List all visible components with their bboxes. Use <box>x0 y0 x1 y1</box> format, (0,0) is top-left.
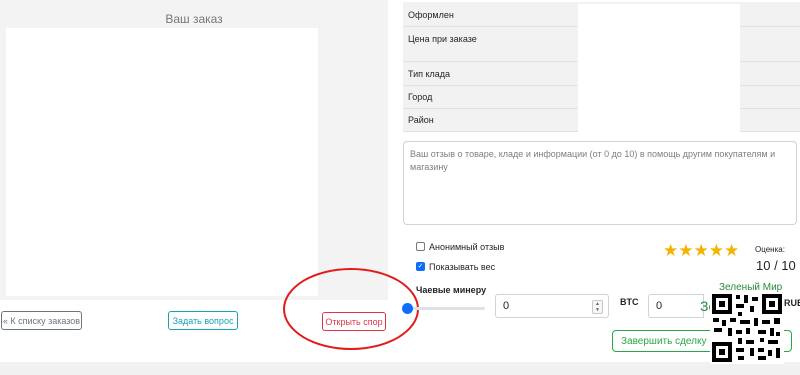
star-icon[interactable]: ★ <box>663 241 678 260</box>
star-icon[interactable]: ★ <box>678 241 693 260</box>
btc-label: BTC <box>620 297 639 307</box>
rating-stars[interactable]: ★★★★★ <box>663 241 739 261</box>
footer-bar <box>0 362 800 375</box>
order-title: Ваш заказ <box>165 12 223 26</box>
back-to-orders-button[interactable]: « К списку заказов <box>1 311 82 330</box>
info-label-price: Цена при заказе <box>408 34 477 44</box>
review-textarea[interactable]: Ваш отзыв о товаре, кладе и информации (… <box>403 141 797 225</box>
qr-code-icon <box>710 292 784 364</box>
tips-btc-input[interactable]: 0 ▲ ▼ <box>495 294 609 318</box>
info-label-city: Город <box>408 92 433 102</box>
stepper-icon[interactable]: ▲ ▼ <box>592 300 603 314</box>
rub-label: RUB <box>784 298 800 308</box>
rating-value: 10 / 10 <box>756 258 796 273</box>
review-placeholder: Ваш отзыв о товаре, кладе и информации (… <box>410 149 776 172</box>
tips-slider-thumb[interactable] <box>402 303 413 314</box>
info-label-created: Оформлен <box>408 10 454 20</box>
star-icon[interactable]: ★ <box>709 241 724 260</box>
tips-rub-input[interactable]: 0 <box>648 294 704 318</box>
tips-btc-value: 0 <box>503 300 510 312</box>
redacted-values <box>578 4 740 132</box>
rating-label: Оценка: <box>755 245 785 254</box>
info-label-district: Район <box>408 115 434 125</box>
ask-question-button[interactable]: Задать вопрос <box>168 311 238 330</box>
tips-rub-value: 0 <box>656 300 663 312</box>
anonymous-review-label: Анонимный отзыв <box>429 242 505 252</box>
star-icon[interactable]: ★ <box>724 241 739 260</box>
tips-label: Чаевые минеру <box>416 285 487 295</box>
order-content-box <box>6 28 318 296</box>
show-weight-label: Показывать вес <box>429 262 496 272</box>
info-label-stash-type: Тип клада <box>408 69 451 79</box>
show-weight-checkbox[interactable]: ✓ <box>416 262 425 271</box>
star-icon[interactable]: ★ <box>694 241 709 260</box>
annotation-circle <box>283 268 419 350</box>
tips-slider-track[interactable] <box>405 307 485 310</box>
anonymous-review-checkbox[interactable] <box>416 242 425 251</box>
